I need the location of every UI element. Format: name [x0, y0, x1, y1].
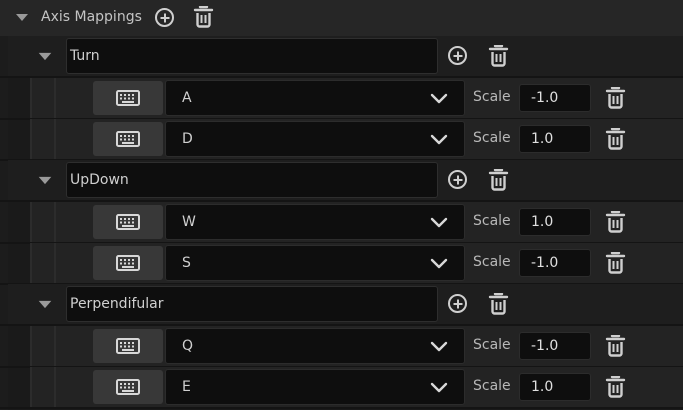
key-select[interactable]: S — [165, 245, 465, 281]
delete-key-icon[interactable] — [605, 211, 626, 233]
indent-guide — [30, 119, 32, 159]
key-select[interactable]: Q — [165, 328, 465, 364]
indent-guide — [54, 326, 56, 366]
keyboard-icon — [116, 214, 140, 234]
scale-input[interactable]: 1.0 — [519, 208, 591, 236]
keyboard-icon — [116, 90, 140, 110]
keyboard-button[interactable] — [93, 81, 163, 115]
add-key-icon[interactable] — [448, 294, 467, 313]
keyboard-icon — [116, 255, 140, 275]
add-axis-mapping-icon[interactable] — [155, 8, 174, 27]
indent-guide — [54, 78, 56, 118]
indent-guide — [54, 202, 56, 242]
scale-label: Scale — [473, 213, 511, 229]
scale-input[interactable]: 1.0 — [519, 373, 591, 401]
delete-key-icon[interactable] — [605, 376, 626, 398]
delete-axis-icon[interactable] — [488, 293, 509, 315]
delete-key-icon[interactable] — [605, 87, 626, 109]
axis-name-input[interactable]: Turn — [66, 38, 438, 74]
keyboard-button[interactable] — [93, 122, 163, 156]
add-key-icon[interactable] — [448, 170, 467, 189]
delete-all-mappings-icon[interactable] — [193, 6, 214, 28]
axis-mappings-title: Axis Mappings — [41, 9, 142, 25]
keyboard-icon — [116, 379, 140, 399]
keyboard-button[interactable] — [93, 246, 163, 280]
scale-label: Scale — [473, 130, 511, 146]
key-select[interactable]: E — [165, 369, 465, 405]
delete-key-icon[interactable] — [605, 252, 626, 274]
indent-guide — [54, 119, 56, 159]
keyboard-button[interactable] — [93, 370, 163, 404]
delete-key-icon[interactable] — [605, 335, 626, 357]
add-key-icon[interactable] — [448, 46, 467, 65]
key-select-value: E — [182, 379, 191, 395]
axis-name-input[interactable]: Perpendifular — [66, 286, 438, 322]
scale-input[interactable]: -1.0 — [519, 249, 591, 277]
indent-guide — [30, 202, 32, 242]
key-select-value: A — [182, 90, 192, 106]
keyboard-icon — [116, 338, 140, 358]
key-select-value: S — [182, 255, 191, 271]
key-select[interactable]: A — [165, 80, 465, 116]
scale-label: Scale — [473, 89, 511, 105]
scale-label: Scale — [473, 254, 511, 270]
chevron-down-icon — [430, 93, 448, 105]
chevron-down-icon — [430, 258, 448, 270]
key-select-value: D — [182, 131, 193, 147]
delete-key-icon[interactable] — [605, 128, 626, 150]
keyboard-icon — [116, 131, 140, 151]
scale-input[interactable]: 1.0 — [519, 125, 591, 153]
collapse-group-icon[interactable] — [38, 52, 52, 61]
chevron-down-icon — [430, 134, 448, 146]
scale-label: Scale — [473, 337, 511, 353]
indent-guide — [30, 243, 32, 283]
collapse-group-icon[interactable] — [38, 300, 52, 309]
chevron-down-icon — [430, 382, 448, 394]
keyboard-button[interactable] — [93, 205, 163, 239]
scale-input[interactable]: -1.0 — [519, 332, 591, 360]
chevron-down-icon — [430, 341, 448, 353]
key-select-value: W — [182, 214, 196, 230]
indent-guide — [30, 78, 32, 118]
delete-axis-icon[interactable] — [488, 45, 509, 67]
key-select[interactable]: W — [165, 204, 465, 240]
left-gutter — [0, 36, 8, 410]
scale-label: Scale — [473, 378, 511, 394]
delete-axis-icon[interactable] — [488, 169, 509, 191]
key-select[interactable]: D — [165, 121, 465, 157]
keyboard-button[interactable] — [93, 329, 163, 363]
key-select-value: Q — [182, 338, 194, 354]
collapse-group-icon[interactable] — [38, 176, 52, 185]
indent-guide — [30, 367, 32, 407]
collapse-axis-mappings-icon[interactable] — [16, 14, 28, 21]
indent-guide — [54, 367, 56, 407]
chevron-down-icon — [430, 217, 448, 229]
scale-input[interactable]: -1.0 — [519, 84, 591, 112]
axis-name-input[interactable]: UpDown — [66, 162, 438, 198]
indent-guide — [54, 243, 56, 283]
row-divider — [0, 407, 683, 409]
indent-guide — [30, 326, 32, 366]
